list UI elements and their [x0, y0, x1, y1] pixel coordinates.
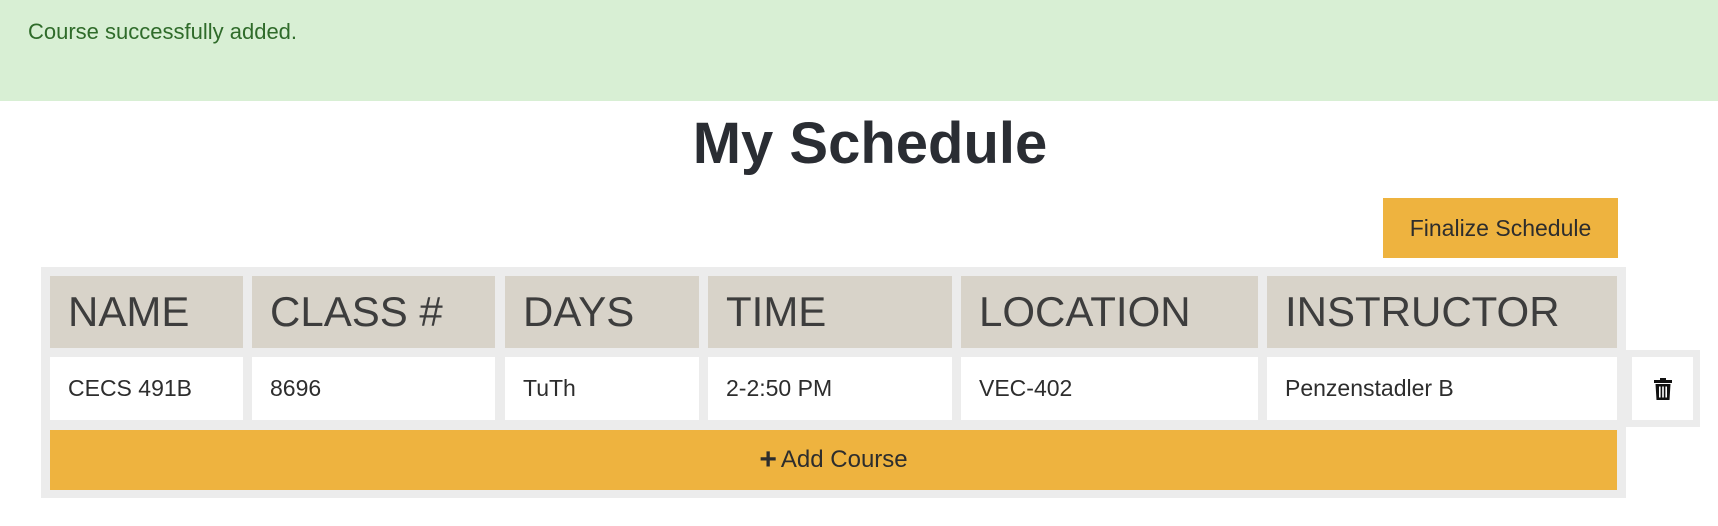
- trash-icon[interactable]: [1653, 377, 1672, 400]
- column-header-time: TIME: [708, 276, 952, 348]
- alert-message: Course successfully added.: [28, 19, 298, 44]
- add-course-button[interactable]: + Add Course: [50, 430, 1617, 490]
- add-course-label: Add Course: [780, 446, 908, 473]
- instructor-cell: Penzenstadler B: [1267, 357, 1617, 420]
- column-header-location: LOCATION: [961, 276, 1258, 348]
- delete-course-button[interactable]: [1632, 357, 1693, 420]
- location-cell: VEC-402: [961, 357, 1258, 420]
- column-header-class-number: CLASS #: [252, 276, 495, 348]
- class-number-cell: 8696: [252, 357, 495, 420]
- column-header-days: DAYS: [505, 276, 699, 348]
- finalize-schedule-button[interactable]: Finalize Schedule: [1383, 198, 1618, 258]
- course-name-cell: CECS 491B: [50, 357, 243, 420]
- column-header-instructor: INSTRUCTOR: [1267, 276, 1617, 348]
- column-header-name: NAME: [50, 276, 243, 348]
- days-cell: TuTh: [505, 357, 699, 420]
- plus-icon: +: [759, 443, 777, 476]
- page-title: My Schedule: [692, 111, 1048, 176]
- time-cell: 2-2:50 PM: [708, 357, 952, 420]
- success-alert: Course successfully added.: [0, 0, 1718, 101]
